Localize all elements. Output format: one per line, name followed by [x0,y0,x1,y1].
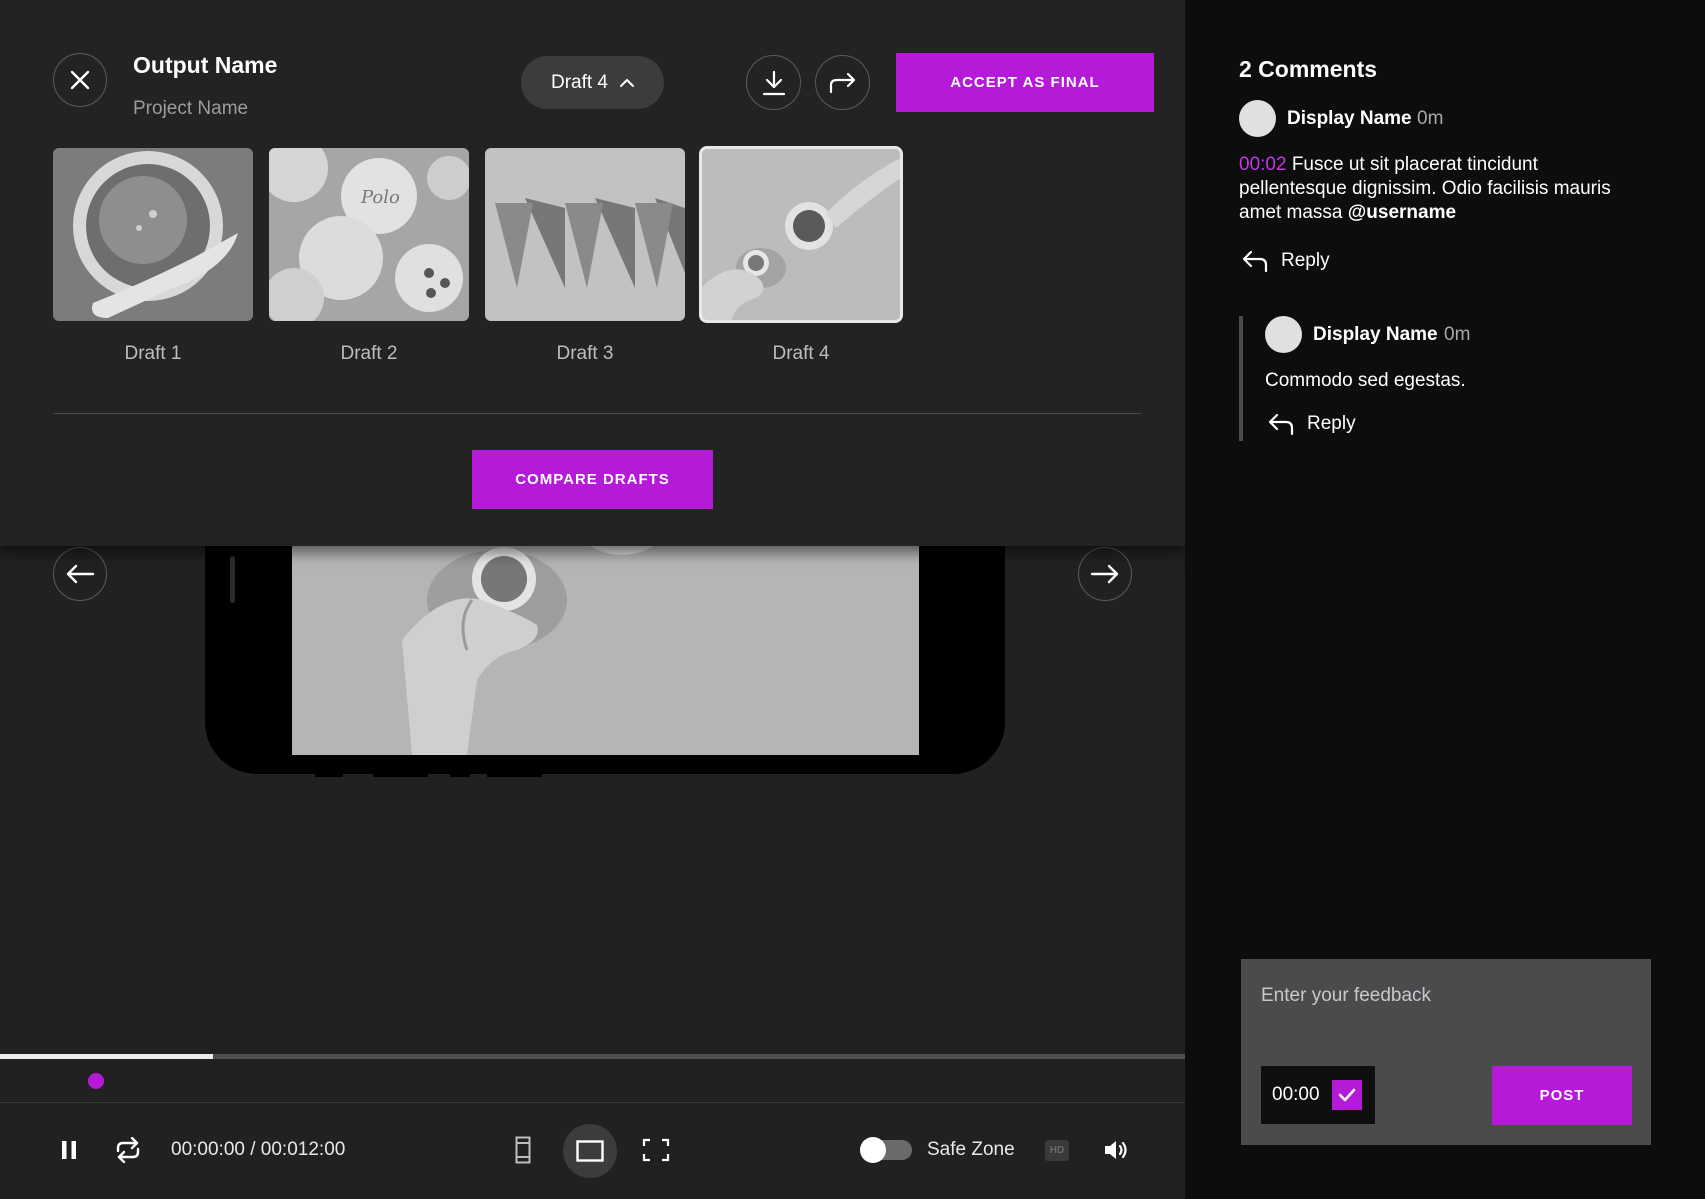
svg-text:Polo: Polo [360,187,400,208]
avatar [1265,316,1302,353]
draft-1-image [53,148,253,321]
comment-time: 0m [1444,324,1471,345]
fullscreen-button[interactable] [642,1137,670,1163]
comment-marker[interactable] [88,1073,104,1089]
safe-zone-label: Safe Zone [927,1139,1015,1160]
feedback-timestamp: 00:00 [1261,1066,1375,1124]
draft-4-image [701,148,901,321]
comment-timestamp-link[interactable]: 00:02 [1239,154,1287,175]
reply-icon [1242,250,1268,272]
accept-as-final-button[interactable]: ACCEPT AS FINAL [896,53,1154,112]
comment-author: Display Name [1287,108,1412,129]
fullscreen-icon [642,1138,670,1162]
hd-badge[interactable]: HD [1045,1140,1069,1161]
comment-time: 0m [1417,108,1444,129]
feedback-timestamp-value: 00:00 [1272,1084,1320,1105]
output-name: Output Name [133,52,278,78]
compare-drafts-button[interactable]: COMPARE DRAFTS [472,450,713,509]
reply-label: Reply [1307,413,1356,434]
toggle-knob [860,1137,886,1163]
arrow-right-icon [1090,564,1119,584]
controls-divider [0,1102,1185,1103]
reply-icon [1268,413,1294,435]
feedback-input[interactable] [1261,981,1631,1011]
feedback-box: 00:00 POST [1241,959,1651,1145]
reply-button[interactable]: Reply [1241,250,1330,272]
phone-notch [230,556,235,603]
download-icon [762,70,785,95]
comment-mention[interactable]: @username [1348,202,1456,223]
timecode: 00:00:00 / 00:012:00 [171,1139,346,1160]
chevron-up-icon [620,79,635,87]
draft-thumbnail-2[interactable]: Polo [269,148,469,321]
draft-3-label: Draft 3 [556,343,614,364]
mobile-view-button[interactable] [513,1134,533,1166]
draft-3-image [485,148,685,321]
comment-text: Commodo sed egestas. [1265,370,1466,391]
reply-label: Reply [1281,250,1330,271]
safe-zone-toggle[interactable] [860,1137,912,1163]
draft-1-label: Draft 1 [124,343,182,364]
panel-divider [53,413,1141,414]
pause-button[interactable] [56,1137,82,1163]
loop-icon [116,1137,140,1163]
draft-2-image: Polo [269,148,469,321]
project-name: Project Name [133,98,249,119]
draft-selector[interactable]: Draft 4 [521,56,664,109]
share-forward-icon [829,72,855,93]
close-button[interactable] [53,53,107,107]
progress-bar[interactable] [0,1054,1185,1059]
share-button[interactable] [815,55,870,110]
comments-title: 2 Comments [1239,56,1378,82]
volume-icon [1105,1141,1127,1159]
reply-button[interactable]: Reply [1267,413,1356,435]
desktop-view-button[interactable] [563,1124,617,1178]
app-window: Output Name Project Name Draft 4 ACCEPT … [0,0,1705,1199]
next-button[interactable] [1078,547,1132,601]
portrait-device-icon [515,1136,531,1164]
loop-button[interactable] [113,1136,143,1164]
download-button[interactable] [746,55,801,110]
draft-thumbnail-3[interactable] [485,148,685,321]
volume-button[interactable] [1102,1136,1132,1164]
previous-button[interactable] [53,547,107,601]
comment-text: 00:02 Fusce ut sit placerat tincidunt pe… [1239,153,1639,225]
pause-icon [62,1141,76,1159]
landscape-screen-icon [576,1140,604,1162]
arrow-left-icon [66,564,95,584]
draft-thumbnail-4[interactable] [699,146,903,323]
comments-sidebar: 2 Comments Display Name 0m 00:02 Fusce u… [1185,0,1705,1199]
thread-line [1239,316,1243,441]
main-area: Output Name Project Name Draft 4 ACCEPT … [0,0,1185,1199]
draft-thumbnail-1[interactable] [53,148,253,321]
progress-fill [0,1054,214,1059]
draft-4-label: Draft 4 [772,343,830,364]
draft-selector-label: Draft 4 [550,71,609,93]
drafts-panel: Output Name Project Name Draft 4 ACCEPT … [0,0,1185,546]
draft-2-label: Draft 2 [340,343,398,364]
check-icon [1338,1088,1355,1102]
comment-author: Display Name [1313,324,1438,345]
avatar [1239,100,1276,137]
post-button[interactable]: POST [1492,1066,1632,1125]
timestamp-checkbox[interactable] [1331,1080,1362,1110]
close-icon [70,70,90,90]
